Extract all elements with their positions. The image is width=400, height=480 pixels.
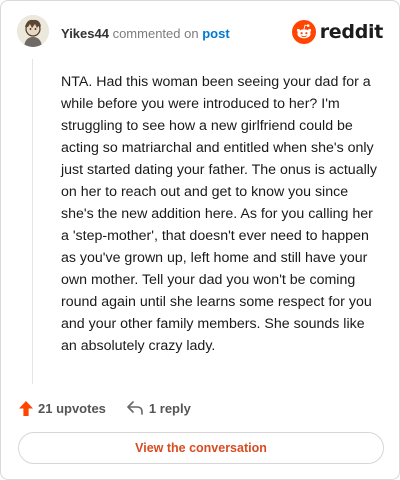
avatar[interactable] [17,15,49,47]
upvote-button[interactable]: 21 upvotes [19,400,106,416]
comment-meta: Yikes44 commented on post [61,26,230,41]
upvote-arrow-icon [19,400,33,416]
upvote-count: 21 upvotes [38,400,106,416]
post-link[interactable]: post [202,26,229,41]
reddit-wordmark: reddit [319,21,384,43]
view-conversation-button[interactable]: View the conversation [18,432,384,464]
action-text: commented on [112,26,199,41]
reply-count: 1 reply [148,400,191,416]
thread-line [32,59,33,384]
comment-header: Yikes44 commented on post reddit [17,15,383,51]
reddit-logo[interactable]: reddit [291,19,384,45]
comment-text: NTA. Had this woman been seeing your dad… [61,74,377,354]
reply-arrow-icon [127,401,143,415]
reply-button[interactable]: 1 reply [126,400,191,416]
reddit-snoo-icon [291,20,316,44]
comment-card: Yikes44 commented on post reddit NTA. Ha… [0,0,400,480]
comment-actions: 21 upvotes 1 reply [19,398,211,418]
avatar-icon [17,15,49,47]
username[interactable]: Yikes44 [61,26,109,41]
